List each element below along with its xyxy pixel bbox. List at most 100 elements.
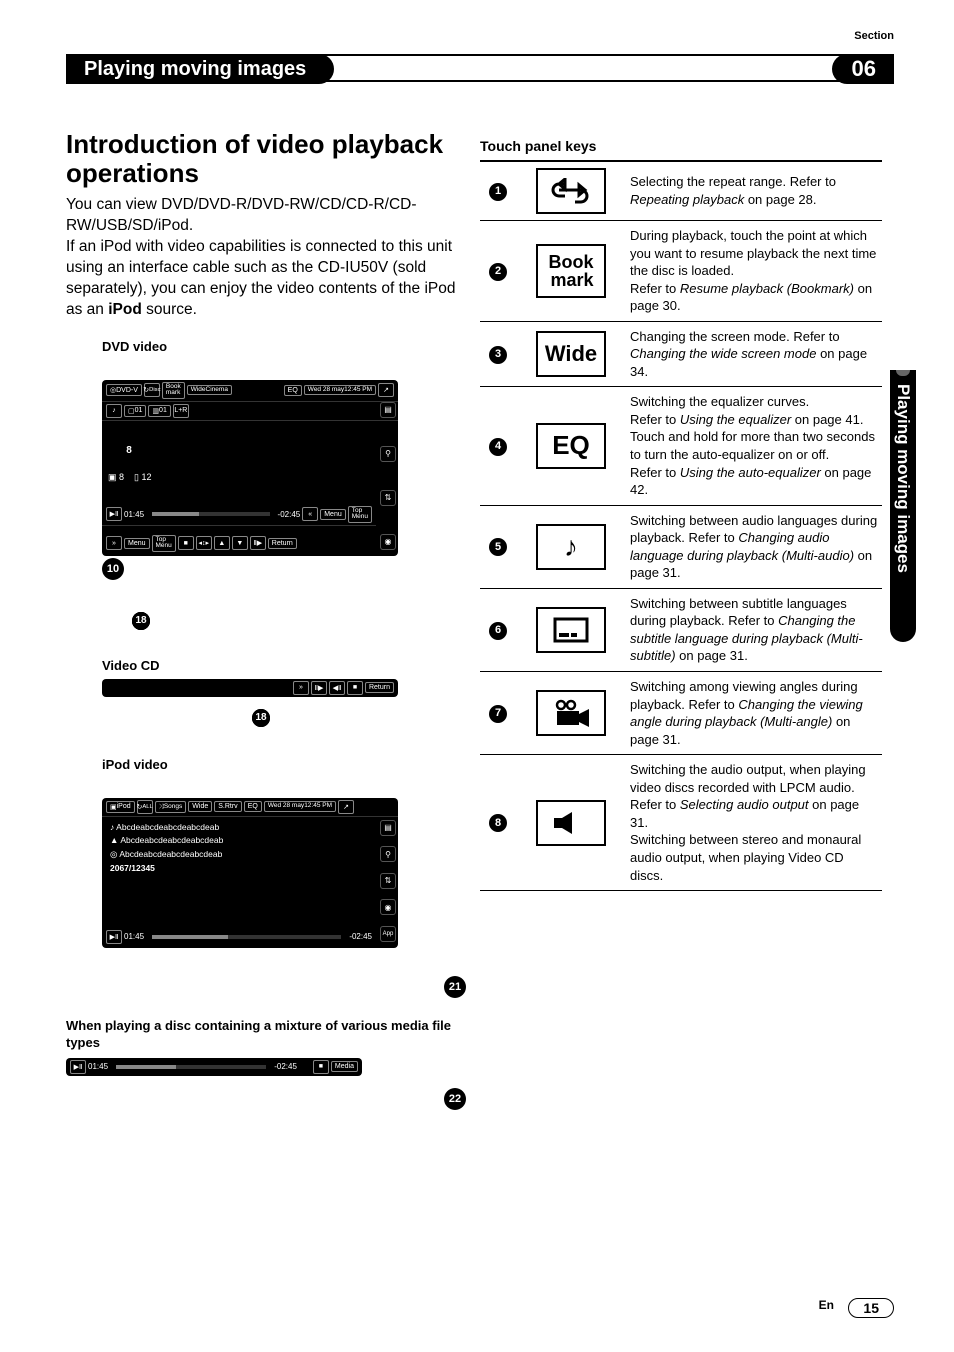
intro-p1: You can view DVD/DVD-R/DVD-RW/CD/CD-R/CD…	[66, 195, 466, 237]
collapse-icon: ↗	[338, 800, 354, 814]
lr-chip: L+R	[173, 404, 189, 418]
rail-search-icon: ⚲	[380, 446, 396, 462]
intro-p2: If an iPod with video capabilities is co…	[66, 237, 466, 321]
up-btn: ▲	[214, 536, 230, 550]
row-num: 1	[489, 183, 507, 201]
row-num: 2	[489, 263, 507, 281]
row-desc: Switching between audio languages during…	[626, 505, 882, 588]
row-num: 4	[489, 438, 507, 456]
eq-key: EQ	[536, 423, 606, 469]
menu-btn-2: Menu	[124, 538, 150, 549]
section-number-pill: 06	[832, 54, 894, 84]
down-btn: ▼	[232, 536, 248, 550]
audio-out-icon	[536, 800, 606, 846]
remaining-time: -02:45	[278, 510, 301, 519]
collapse-icon: ↗	[378, 383, 394, 397]
remaining-time: -02:45	[274, 1062, 297, 1071]
datetime-chip-ipod: Wed 28 may12:45 PM	[264, 801, 336, 812]
callout-22: 22	[444, 1088, 466, 1110]
callout-21: 21	[444, 976, 466, 998]
rail-search-icon: ⚲	[380, 846, 396, 862]
dvd-player-mockup: ◎ DVD-V ↻Disc Book mark WideCinema EQ We…	[102, 380, 398, 556]
stop-btn: ■	[347, 681, 363, 695]
topmenu-btn: Top Menu	[348, 506, 372, 523]
vcd-player-mockup: » Ⅱ▶ ◀Ⅱ ■ Return	[102, 679, 398, 697]
header-title: Playing moving images	[66, 54, 334, 84]
subtitle-icon	[536, 607, 606, 653]
play-pause-btn: ▶Ⅱ	[106, 507, 122, 521]
row-num: 3	[489, 346, 507, 364]
audio-lang-chip: ♪	[106, 404, 122, 418]
wide-chip: WideCinema	[187, 385, 232, 396]
bookmark-chip: Book mark	[162, 382, 185, 399]
elapsed-time: 01:45	[124, 510, 144, 519]
row-desc: During playback, touch the point at whic…	[626, 221, 882, 322]
ipod-player-mockup: ▣ iPod ↻ALL ⤨Songs Wide S.Rtrv EQ Wed 28…	[102, 798, 398, 948]
repeat-disc-chip: ↻Disc	[144, 383, 160, 397]
list-item: ▲ Abcdeabcdeabcdeabcdeab	[110, 834, 372, 848]
footer-lang: En	[819, 1298, 834, 1312]
expand-right-icon: »	[106, 536, 122, 550]
ipod-label: iPod video	[102, 757, 466, 772]
stop-btn: ■	[178, 536, 194, 550]
right-rail-ipod: ▤ ⚲ ⇅ ◉ App	[378, 816, 398, 946]
row-num: 5	[489, 538, 507, 556]
side-tab-label: Playing moving images	[893, 370, 913, 573]
touch-panel-title: Touch panel keys	[480, 138, 882, 154]
elapsed-time: 01:45	[88, 1062, 108, 1071]
counter: 2067/12345	[110, 862, 372, 876]
row-desc: Switching the audio output, when playing…	[626, 755, 882, 891]
remaining-time: -02:45	[349, 932, 372, 941]
mixture-label: When playing a disc containing a mixture…	[66, 1018, 466, 1052]
rail-list-icon: ▤	[380, 820, 396, 836]
row-num: 8	[489, 814, 507, 832]
rail-app-icon: App	[380, 926, 396, 942]
row-desc: Switching between subtitle languages dur…	[626, 588, 882, 671]
datetime-chip: Wed 28 may12:45 PM	[304, 385, 376, 396]
source-dvd: ◎ DVD-V	[106, 384, 142, 396]
rail-rec-icon: ◉	[380, 899, 396, 915]
repeat-all-chip: ↻ALL	[137, 800, 153, 814]
expand-right-icon: »	[293, 681, 309, 695]
touch-keys-table: 1 Selecting the repeat range. Refer to R…	[480, 160, 882, 891]
footer-page: 15	[848, 1298, 894, 1318]
angle-icon	[536, 690, 606, 736]
source-ipod: ▣ iPod	[106, 801, 135, 813]
repeat-range-icon	[536, 168, 606, 214]
wide-chip-ipod: Wide	[188, 801, 212, 812]
fwd-btn: Ⅱ▶	[250, 536, 266, 550]
chapter-indicator: ▯ 12	[134, 472, 151, 482]
play-pause-btn: ▶Ⅱ	[106, 930, 122, 944]
eq-chip: EQ	[284, 385, 302, 396]
row-desc: Selecting the repeat range. Refer to Rep…	[626, 161, 882, 221]
callout-10: 10	[102, 558, 124, 580]
row-num: 6	[489, 622, 507, 640]
sub01a: ▢ 01	[124, 405, 146, 417]
wide-key: Wide	[536, 331, 606, 377]
list-item: ◎ Abcdeabcdeabcdeabcdeab	[110, 848, 372, 862]
rev-btn: ◀Ⅱ	[329, 681, 345, 695]
return-btn: Return	[365, 682, 394, 693]
right-rail: ▤ ⚲ ⇅ ◉	[378, 398, 398, 554]
media-btn: Media	[331, 1061, 358, 1072]
rail-rec-icon: ◉	[380, 534, 396, 550]
bookmark-key: Book mark	[536, 244, 606, 298]
stop-btn: ■	[313, 1060, 329, 1074]
row-desc: Switching the equalizer curves. Refer to…	[626, 387, 882, 505]
title-indicator: ▣ 8	[108, 472, 124, 482]
rail-scroll-icon: ⇅	[380, 490, 396, 506]
menu-btn: Menu	[320, 509, 346, 520]
side-tab: Playing moving images	[890, 370, 916, 642]
srtrv-chip: S.Rtrv	[214, 801, 241, 812]
callout-8: 8	[120, 442, 138, 460]
fwd-btn: Ⅱ▶	[311, 681, 327, 695]
intro-heading: Introduction of video playback operation…	[66, 130, 466, 187]
sub01b: ▥ 01	[148, 405, 170, 417]
return-btn: Return	[268, 538, 297, 549]
section-label: Section	[854, 30, 894, 42]
callout-18b: 18	[252, 709, 270, 727]
play-pause-btn: ▶Ⅱ	[70, 1060, 86, 1074]
eq-chip-ipod: EQ	[244, 801, 262, 812]
list-item: ♪ Abcdeabcdeabcdeabcdeab	[110, 821, 372, 835]
row-desc: Changing the screen mode. Refer to Chang…	[626, 321, 882, 387]
